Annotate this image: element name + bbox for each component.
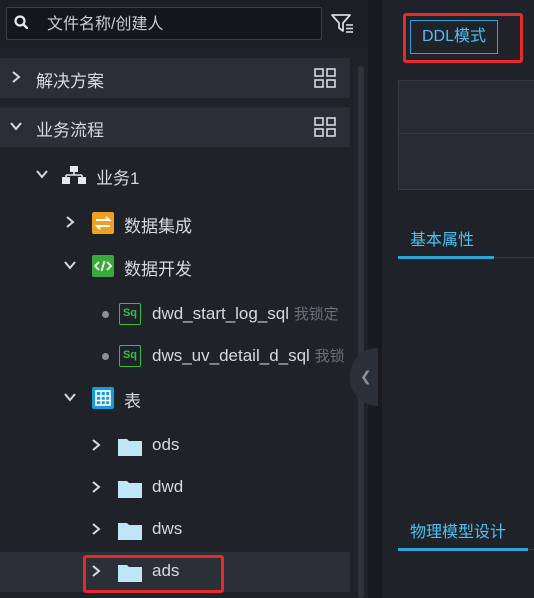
tree-label: 数据集成 — [124, 217, 192, 236]
tree-label: 解决方案 — [36, 72, 104, 91]
tree-label: dwd — [152, 477, 184, 496]
filter-icon[interactable] — [330, 11, 354, 35]
chevron-right-icon — [92, 439, 101, 451]
lock-status: 我锁定 — [293, 306, 339, 323]
chevron-right-icon — [66, 216, 75, 228]
tree-node-dws-uv-detail-d-sql[interactable]: Sq dws_uv_detail_d_sql 我锁 — [0, 336, 350, 376]
tab-basic-properties[interactable]: 基本属性 — [410, 226, 474, 250]
chevron-down-icon — [64, 261, 76, 270]
tree-label: 业务流程 — [36, 121, 104, 140]
folder-icon — [118, 439, 142, 456]
search-box[interactable] — [6, 7, 322, 40]
chevron-right-icon — [92, 523, 101, 535]
folder-icon — [118, 481, 142, 498]
tree-item-data-dev[interactable]: 数据开发 — [0, 246, 350, 286]
chevron-down-icon — [36, 170, 48, 179]
tree-label: dws_uv_detail_d_sql 我锁 — [152, 346, 345, 365]
tree-item-business1[interactable]: 业务1 — [0, 155, 350, 195]
exchange-icon — [92, 212, 114, 234]
tab-physical-model-design[interactable]: 物理模型设计 — [410, 518, 506, 542]
chevron-left-icon: ❮ — [360, 368, 372, 384]
bullet-icon — [102, 311, 109, 318]
toolbar-area-bottom — [398, 134, 534, 190]
highlight-box-ddl — [403, 13, 523, 63]
chevron-down-icon — [64, 393, 76, 402]
scrollbar[interactable] — [356, 66, 366, 598]
tree-section-workflow[interactable]: 业务流程 — [0, 107, 350, 147]
toolbar-area-top — [398, 80, 534, 134]
tree-label: 数据开发 — [124, 260, 192, 279]
sql-file-icon: Sq — [119, 303, 141, 325]
chevron-down-icon — [10, 122, 22, 131]
chevron-right-icon — [12, 71, 21, 83]
tree-label: ods — [152, 435, 180, 454]
folder-icon — [118, 523, 142, 540]
tree-section-solutions[interactable]: 解决方案 — [0, 58, 350, 98]
search-icon — [14, 15, 28, 29]
lock-status: 我锁 — [314, 348, 345, 365]
search-input[interactable] — [45, 13, 309, 37]
tab-separator — [528, 549, 534, 550]
panel-divider[interactable] — [368, 0, 382, 598]
tree-label: dws — [152, 519, 183, 538]
file-tree-panel: 解决方案 业务流程 业务1 — [0, 0, 368, 598]
tree-item-tables[interactable]: 表 — [0, 378, 350, 418]
tree-node-dwd-start-log-sql[interactable]: Sq dwd_start_log_sql 我锁定 — [0, 294, 350, 334]
tree-folder-ods[interactable]: ods — [0, 426, 350, 466]
tree-item-data-integration[interactable]: 数据集成 — [0, 203, 350, 243]
code-icon — [92, 255, 114, 277]
sql-file-icon: Sq — [119, 345, 141, 367]
tree-label: 业务1 — [96, 169, 140, 188]
tree-folder-dwd[interactable]: dwd — [0, 468, 350, 508]
tab-active-indicator — [398, 548, 528, 551]
tab-separator — [494, 257, 534, 258]
grid-icon[interactable] — [314, 117, 336, 137]
scrollbar-thumb[interactable] — [358, 66, 364, 598]
table-icon — [92, 387, 114, 409]
chevron-right-icon — [92, 481, 101, 493]
org-chart-icon — [62, 166, 86, 184]
search-bar — [0, 0, 368, 48]
grid-icon[interactable] — [314, 68, 336, 88]
bullet-icon — [102, 353, 109, 360]
tree-label: dwd_start_log_sql 我锁定 — [152, 304, 339, 323]
tab-active-indicator — [398, 256, 494, 259]
highlight-box-ads — [83, 555, 224, 593]
tree-label: 表 — [124, 392, 141, 411]
properties-panel: DDL模式 基本属性 物理模型设计 — [382, 0, 534, 598]
tree-folder-dws[interactable]: dws — [0, 510, 350, 550]
